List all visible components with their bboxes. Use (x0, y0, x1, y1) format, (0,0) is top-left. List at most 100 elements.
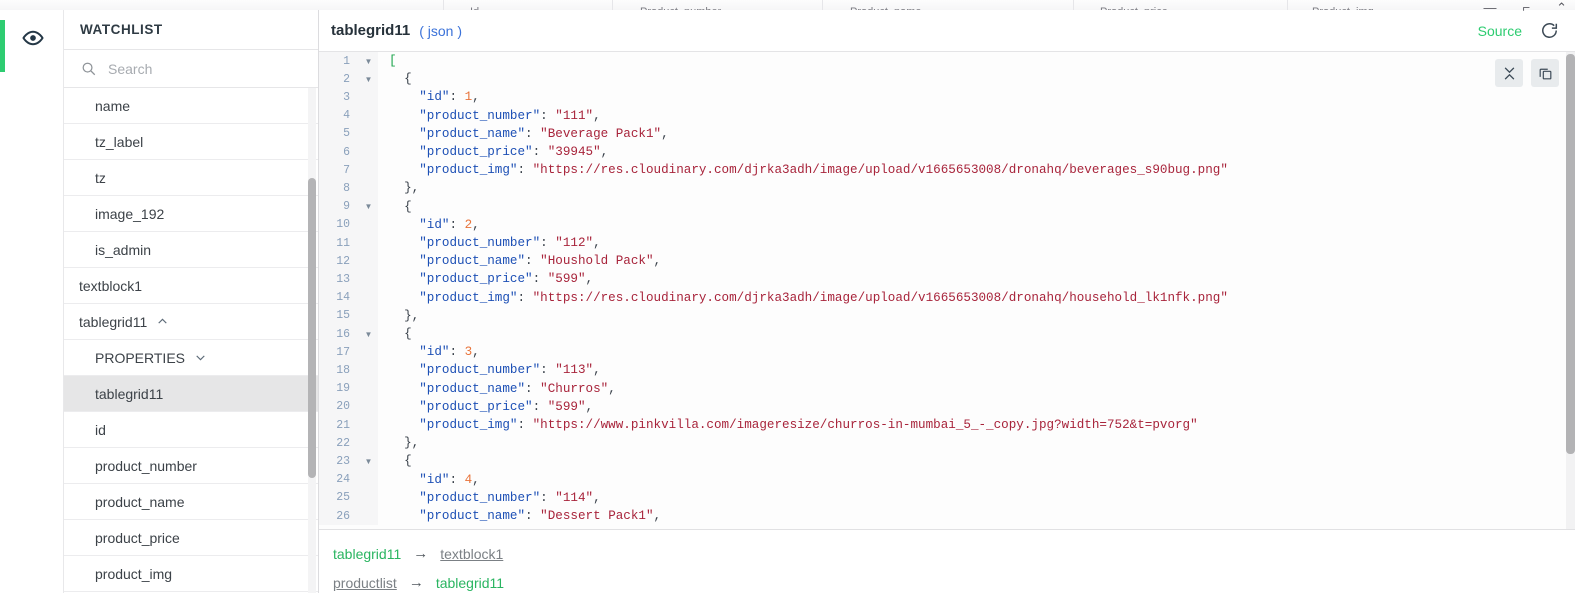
line-number: 16 (319, 325, 359, 344)
sidebar-item-image-192[interactable]: image_192 (64, 196, 318, 232)
app-root: Id Product_number Product_name Product_p… (0, 0, 1575, 593)
code-text: [ (389, 54, 397, 68)
code-text: "id": 2, (419, 217, 480, 232)
sidebar-item-product-price[interactable]: product_price (64, 520, 318, 556)
sidebar-item-product-name[interactable]: product_name (64, 484, 318, 520)
sidebar-item-product-number[interactable]: product_number (64, 448, 318, 484)
source-link[interactable]: Source (1478, 23, 1522, 39)
watchlist-title: WATCHLIST (64, 10, 318, 50)
fold-spacer (359, 106, 378, 125)
fold-spacer (359, 215, 378, 235)
line-number: 7 (319, 161, 359, 180)
refresh-icon[interactable] (1540, 21, 1559, 40)
code-line: 15 }, (319, 306, 1228, 326)
sidebar-item-label: tablegrid11 (79, 313, 148, 330)
sidebar-item-tablegrid11[interactable]: tablegrid11 (64, 376, 318, 412)
fold-toggle-icon[interactable]: ▼ (359, 52, 378, 71)
fold-toggle-icon[interactable]: ▼ (359, 197, 378, 216)
sidebar-item-tablegrid11[interactable]: tablegrid11 (64, 304, 318, 340)
sidebar-item-label: PROPERTIES (95, 349, 185, 366)
relation-target[interactable]: textblock1 (440, 546, 503, 562)
sidebar-item-tz[interactable]: tz (64, 160, 318, 196)
code-text: "product_price": "599", (419, 272, 594, 287)
fold-spacer (359, 252, 378, 271)
fold-spacer (359, 397, 378, 417)
line-number: 1 (319, 52, 359, 71)
code-text: { (389, 454, 412, 469)
json-viewer-actions[interactable] (1495, 59, 1559, 87)
code-text: "product_number": "111", (419, 108, 601, 123)
sidebar-item-is-admin[interactable]: is_admin (64, 232, 318, 268)
sidebar-item-label: name (95, 97, 131, 114)
code-text: "product_price": "599", (419, 399, 594, 414)
json-viewer[interactable]: 1 ▼[2 ▼ {3 "id": 1, 4 "product_number": "11… (319, 52, 1575, 529)
line-number: 6 (319, 143, 359, 162)
code-text: }, (389, 436, 420, 451)
json-code-scroll[interactable]: 1 ▼[2 ▼ {3 "id": 1, 4 "product_number": "11… (319, 52, 1575, 529)
fold-spacer (359, 270, 378, 289)
fold-spacer (359, 507, 378, 526)
window-controls[interactable]: — ⌐ ⌃ (1484, 0, 1568, 16)
sidebar-item-label: tz (95, 169, 106, 186)
code-text: "id": 3, (419, 345, 480, 360)
fold-spacer (359, 179, 378, 198)
fold-spacer (359, 434, 378, 453)
code-text: "product_name": "Houshold Pack", (419, 254, 662, 269)
fold-toggle-icon[interactable]: ▼ (359, 70, 378, 89)
code-text: { (389, 199, 412, 214)
sidebar-item-properties[interactable]: PROPERTIES (64, 340, 318, 376)
sidebar-scrollbar-thumb[interactable] (308, 178, 316, 478)
sidebar-item-label: image_192 (95, 205, 165, 222)
code-line: 16 ▼ { (319, 325, 1228, 344)
fold-spacer (359, 88, 378, 107)
code-line: 8 }, (319, 179, 1228, 198)
fold-toggle-icon[interactable]: ▼ (359, 452, 378, 471)
sidebar-item-textblock1[interactable]: textblock1 (64, 268, 318, 304)
sidebar-item-label: tablegrid11 (95, 385, 164, 402)
watchlist-items[interactable]: name tz_labeltz image_192 is_admin textblock… (64, 88, 318, 593)
fold-toggle-icon[interactable]: ▼ (359, 325, 378, 344)
code-line: 13 "product_price": "599", (319, 270, 1228, 289)
code-text: "product_number": "112", (419, 236, 601, 251)
copy-icon[interactable] (1531, 59, 1559, 87)
code-line: 10 "id": 2, (319, 215, 1228, 235)
code-text: "product_img": "https://res.cloudinary.c… (419, 290, 1228, 305)
code-line: 23 ▼ { (319, 452, 1228, 471)
code-text: }, (389, 308, 420, 323)
sidebar-item-id[interactable]: id (64, 412, 318, 448)
chevron-down-icon[interactable] (194, 351, 207, 364)
code-line: 2 ▼ { (319, 70, 1228, 89)
restore-icon[interactable]: ⌐ (1523, 1, 1531, 14)
line-number: 23 (319, 452, 359, 471)
eye-icon[interactable] (22, 27, 44, 49)
code-text: "product_price": "39945", (419, 145, 609, 160)
search-input[interactable] (108, 60, 298, 77)
code-line: 1 ▼ [ (319, 52, 1228, 71)
maximize-icon[interactable]: ⌃ (1556, 1, 1567, 14)
fold-spacer (359, 488, 378, 508)
sidebar-item-product-img[interactable]: product_img (64, 556, 318, 592)
json-scrollbar-thumb[interactable] (1566, 54, 1575, 454)
sidebar-item-name[interactable]: name (64, 88, 318, 124)
code-text: "product_number": "114", (419, 490, 601, 505)
minimize-icon[interactable]: — (1484, 1, 1497, 14)
line-number: 22 (319, 434, 359, 453)
code-text: }, (389, 181, 420, 196)
sidebar-item-tz-label[interactable]: tz_label (64, 124, 318, 160)
line-number: 18 (319, 361, 359, 380)
code-line: 24 "id": 4, (319, 470, 1228, 489)
inspector-header: tablegrid11 ( json ) Source (319, 10, 1575, 52)
code-line: 17 "id": 3, (319, 343, 1228, 362)
code-text: { (389, 327, 412, 342)
chevron-up-icon[interactable] (156, 315, 169, 328)
code-text: { (389, 72, 412, 87)
left-rail (0, 10, 64, 593)
collapse-all-icon[interactable] (1495, 59, 1523, 87)
line-number: 12 (319, 252, 359, 271)
relation-source[interactable]: productlist (333, 575, 397, 591)
code-line: 7 "product_img": "https://res.cloudinary… (319, 161, 1228, 180)
relation-row: tablegrid11 → textblock1 (333, 539, 1575, 568)
watchlist-search-row[interactable] (64, 50, 318, 88)
fold-spacer (359, 343, 378, 362)
code-text: "product_name": "Churros", (419, 381, 616, 396)
